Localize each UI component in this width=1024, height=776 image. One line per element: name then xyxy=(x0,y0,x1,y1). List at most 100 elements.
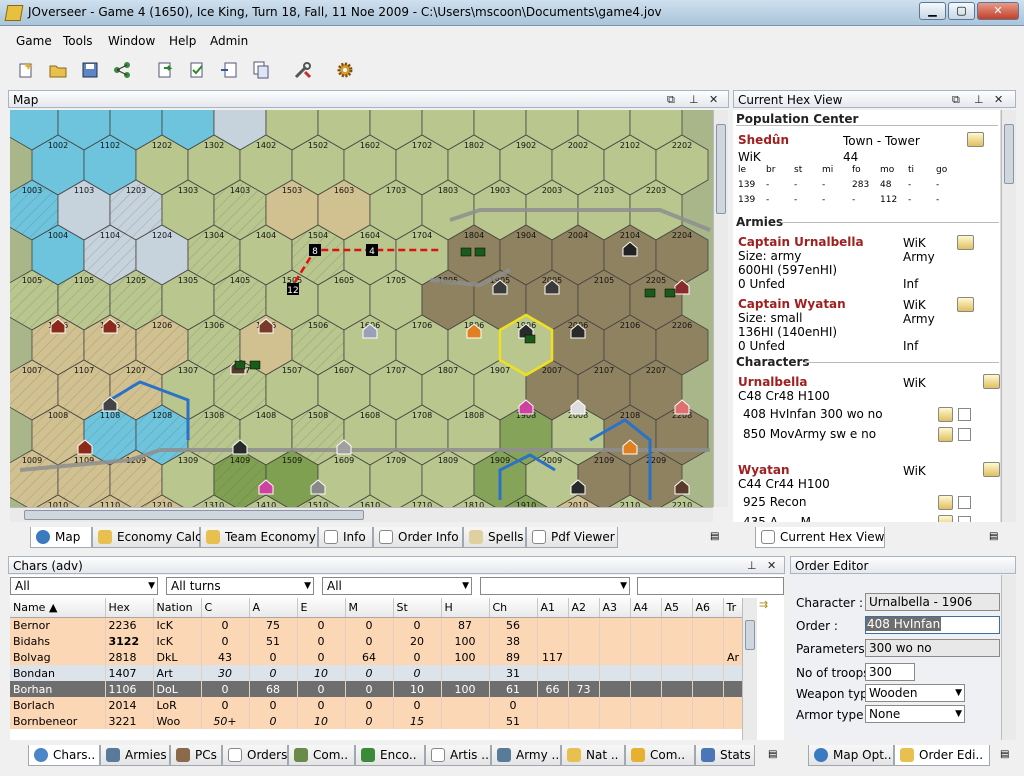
tab-army-estimates[interactable]: Army .. xyxy=(491,745,561,766)
table-row[interactable]: Borlach 2014 LoR 0 0 0 0 0 0 xyxy=(10,697,742,713)
army-icon[interactable] xyxy=(460,247,472,257)
new-game-icon[interactable] xyxy=(16,60,36,80)
hierarchy-icon[interactable] xyxy=(112,60,132,80)
column-header[interactable]: M xyxy=(345,598,394,618)
menu-help[interactable]: Help xyxy=(169,34,196,48)
army-icon[interactable] xyxy=(249,360,261,370)
order-checkbox[interactable] xyxy=(958,408,971,421)
tab-order-info[interactable]: Order Info xyxy=(373,527,463,548)
tools-icon[interactable] xyxy=(293,60,313,80)
army-edit-icon[interactable] xyxy=(957,235,974,250)
tab-pcs[interactable]: PCs xyxy=(170,745,222,766)
menu-tools[interactable]: Tools xyxy=(63,34,93,48)
column-header[interactable]: Name ▲ xyxy=(10,598,106,618)
maximize-button[interactable]: ▢ xyxy=(948,2,975,20)
order-input[interactable]: 408 HvInfan xyxy=(865,616,1000,634)
edit-order-icon[interactable] xyxy=(938,427,953,442)
import-icon[interactable] xyxy=(155,60,175,80)
army-icon[interactable] xyxy=(664,288,676,298)
armor-select[interactable]: None ▼ xyxy=(865,705,965,723)
tab-economy-calc[interactable]: Economy Calc xyxy=(92,527,202,548)
character-name[interactable]: Wyatan xyxy=(738,463,790,477)
hex-map-canvas[interactable]: 1001110112011301140115011601170118011901… xyxy=(10,110,713,507)
table-row[interactable]: Bondan 1407 Art 30 0 10 0 0 31 xyxy=(10,665,742,681)
character-order[interactable]: 435 A..... M... xyxy=(743,515,822,522)
tab-spells[interactable]: Spells xyxy=(463,527,526,548)
character-edit-icon[interactable] xyxy=(983,374,1000,389)
close-panel-icon[interactable]: ✕ xyxy=(709,93,718,106)
army-icon[interactable] xyxy=(234,360,246,370)
float-icon[interactable]: ⧉ xyxy=(667,93,675,107)
turn-filter-select[interactable]: All turns ▼ xyxy=(166,577,314,595)
table-row[interactable]: Borhan 1106 DoL 0 68 0 0 10 100 61 66 73 xyxy=(10,681,742,697)
tab-list-icon[interactable]: ▤ xyxy=(989,531,998,542)
column-header[interactable]: Ch xyxy=(489,598,538,618)
column-header[interactable]: A xyxy=(249,598,298,618)
hex-map[interactable]: 1001110112011301140115011601170118011901… xyxy=(10,110,713,507)
weapon-select[interactable]: Wooden ▼ xyxy=(865,684,965,702)
menu-admin[interactable]: Admin xyxy=(210,34,248,48)
edit-order-icon[interactable] xyxy=(938,407,953,422)
character-edit-icon[interactable] xyxy=(983,462,1000,477)
tab-map-options[interactable]: Map Opt.. xyxy=(808,745,894,766)
tab-combats[interactable]: Com.. xyxy=(288,745,355,766)
column-header[interactable]: A3 xyxy=(599,598,631,618)
save-icon[interactable] xyxy=(80,60,100,80)
pin-icon[interactable]: ⊥ xyxy=(689,93,699,106)
table-row[interactable]: Bornbeneor 3221 Woo 50+ 0 10 0 15 51 xyxy=(10,713,742,729)
close-panel-icon[interactable]: ✕ xyxy=(767,559,776,572)
menu-game[interactable]: Game xyxy=(16,34,52,48)
pop-center-name[interactable]: Shedûn xyxy=(738,133,789,147)
tab-company[interactable]: Com.. xyxy=(625,745,695,766)
pin-icon[interactable]: ⊥ xyxy=(974,93,984,106)
column-header[interactable]: A2 xyxy=(568,598,600,618)
tab-stats[interactable]: Stats xyxy=(695,745,755,766)
pin-icon[interactable]: ⊥ xyxy=(747,559,757,572)
order-checkbox[interactable] xyxy=(958,496,971,509)
army-icon[interactable] xyxy=(644,288,656,298)
menu-window[interactable]: Window xyxy=(108,34,155,48)
params-field[interactable]: 300 wo no xyxy=(865,639,1000,657)
nation-filter-select[interactable]: All ▼ xyxy=(10,577,158,595)
hex-view-scrollbar[interactable] xyxy=(1001,110,1016,522)
map-horizontal-scrollbar[interactable] xyxy=(10,507,713,522)
tab-armies[interactable]: Armies xyxy=(100,745,170,766)
tab-order-editor[interactable]: Order Edi.. xyxy=(894,745,990,766)
character-order[interactable]: 408 HvInfan 300 wo no xyxy=(743,407,883,421)
column-chooser-icon[interactable]: ⇉ xyxy=(759,598,768,611)
tab-artifacts[interactable]: Artis .. xyxy=(425,745,491,766)
army-commander-name[interactable]: Captain Wyatan xyxy=(738,297,846,311)
pop-center-edit-icon[interactable] xyxy=(967,132,984,147)
table-row[interactable]: Bolvag 2818 DkL 43 0 0 64 0 100 89 117 Ar xyxy=(10,649,742,665)
army-commander-name[interactable]: Captain Urnalbella xyxy=(738,235,864,249)
column-header[interactable]: Tr xyxy=(723,598,742,618)
army-icon[interactable] xyxy=(524,334,536,344)
character-name[interactable]: Urnalbella xyxy=(738,375,807,389)
column-header[interactable]: C xyxy=(201,598,250,618)
tab-map[interactable]: Map xyxy=(30,527,92,548)
edit-order-icon[interactable] xyxy=(938,515,953,522)
minimize-button[interactable]: ▁ xyxy=(919,2,946,20)
map-vertical-scrollbar[interactable] xyxy=(713,110,728,507)
type-filter-select[interactable]: All ▼ xyxy=(322,577,472,595)
copy-icon[interactable] xyxy=(251,60,271,80)
tab-current-hex-view[interactable]: Current Hex View xyxy=(755,527,885,548)
column-header[interactable]: E xyxy=(297,598,346,618)
order-checkbox[interactable] xyxy=(958,428,971,441)
order-checkbox[interactable] xyxy=(958,516,971,522)
open-icon[interactable] xyxy=(48,60,68,80)
edit-order-icon[interactable] xyxy=(938,495,953,510)
army-edit-icon[interactable] xyxy=(957,297,974,312)
tab-orders[interactable]: Orders xyxy=(222,745,288,766)
tab-list-icon[interactable]: ▤ xyxy=(710,531,719,542)
order-editor-scrollbar[interactable] xyxy=(1001,575,1016,740)
tab-pdf-viewer[interactable]: Pdf Viewer xyxy=(526,527,618,548)
table-row[interactable]: Bidahs 3122 IcK 0 51 0 0 20 100 38 xyxy=(10,633,742,649)
close-button[interactable]: ✕ xyxy=(977,2,1019,20)
column-header[interactable]: A6 xyxy=(692,598,724,618)
tab-list-icon[interactable]: ▤ xyxy=(768,749,777,760)
chars-vertical-scrollbar[interactable] xyxy=(742,598,757,740)
column-header[interactable]: St xyxy=(393,598,442,618)
check-icon[interactable] xyxy=(187,60,207,80)
troops-input[interactable]: 300 xyxy=(865,663,915,681)
